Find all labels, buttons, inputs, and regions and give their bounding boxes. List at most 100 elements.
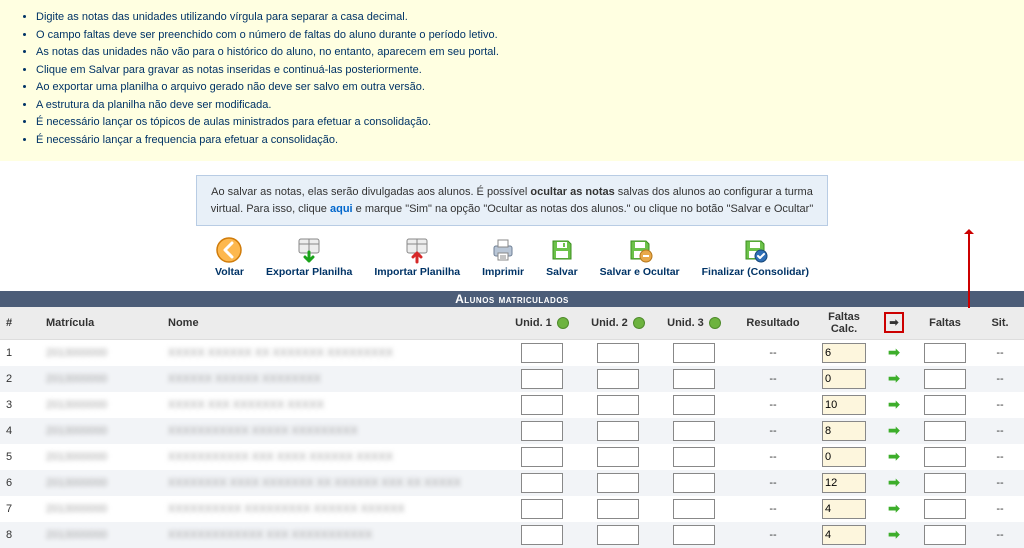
input-faltas[interactable] xyxy=(924,447,966,467)
input-faltas[interactable] xyxy=(924,421,966,441)
cell-un1 xyxy=(504,366,580,392)
input-un2[interactable] xyxy=(597,421,639,441)
cell-un1 xyxy=(504,418,580,444)
input-un3[interactable] xyxy=(673,473,715,493)
cell-sit: -- xyxy=(976,392,1024,418)
input-un1[interactable] xyxy=(521,369,563,389)
cell-num: 8 xyxy=(0,522,40,548)
instruction-item: Ao exportar uma planilha o arquivo gerad… xyxy=(36,79,1004,96)
input-un2[interactable] xyxy=(597,473,639,493)
cell-matricula: 2013000000 xyxy=(40,496,162,522)
transfer-row-icon[interactable]: ➡ xyxy=(888,371,900,385)
export-spreadsheet-icon xyxy=(295,236,323,264)
transfer-row-icon[interactable]: ➡ xyxy=(888,501,900,515)
cell-num: 5 xyxy=(0,444,40,470)
th-un3: Unid. 3 xyxy=(656,307,732,340)
transfer-row-icon[interactable]: ➡ xyxy=(888,423,900,437)
input-faltas[interactable] xyxy=(924,473,966,493)
importar-label: Importar Planilha xyxy=(374,266,460,279)
input-un3[interactable] xyxy=(673,395,715,415)
notice-link-aqui[interactable]: aqui xyxy=(330,203,353,215)
red-callout-arrow xyxy=(968,230,970,308)
unit-add-icon[interactable] xyxy=(709,317,721,329)
input-un2[interactable] xyxy=(597,343,639,363)
table-row: 32013000000XXXXX XXX XXXXXXX XXXXX--➡-- xyxy=(0,392,1024,418)
cell-faltas xyxy=(914,496,976,522)
instruction-item: As notas das unidades não vão para o his… xyxy=(36,44,1004,61)
input-un2[interactable] xyxy=(597,395,639,415)
cell-faltas xyxy=(914,470,976,496)
input-un1[interactable] xyxy=(521,395,563,415)
cell-num: 6 xyxy=(0,470,40,496)
finalizar-button[interactable]: Finalizar (Consolidar) xyxy=(702,236,809,279)
input-un2[interactable] xyxy=(597,499,639,519)
cell-un2 xyxy=(580,470,656,496)
cell-nome: XXXXX XXXXXX XX XXXXXXX XXXXXXXXX xyxy=(162,339,504,366)
voltar-button[interactable]: Voltar xyxy=(215,236,244,279)
salvar-ocultar-button[interactable]: Salvar e Ocultar xyxy=(600,236,680,279)
input-un1[interactable] xyxy=(521,447,563,467)
cell-un3 xyxy=(656,470,732,496)
transfer-row-icon[interactable]: ➡ xyxy=(888,475,900,489)
input-un3[interactable] xyxy=(673,421,715,441)
finalizar-label: Finalizar (Consolidar) xyxy=(702,266,809,279)
input-un3[interactable] xyxy=(673,447,715,467)
cell-resultado: -- xyxy=(732,522,814,548)
th-resultado: Resultado xyxy=(732,307,814,340)
input-faltas[interactable] xyxy=(924,369,966,389)
th-nome: Nome xyxy=(162,307,504,340)
exportar-planilha-button[interactable]: Exportar Planilha xyxy=(266,236,352,279)
cell-matricula: 2013000000 xyxy=(40,366,162,392)
cell-faltas-calc xyxy=(814,470,874,496)
cell-transfer: ➡ xyxy=(874,522,914,548)
cell-resultado: -- xyxy=(732,470,814,496)
cell-sit: -- xyxy=(976,418,1024,444)
table-row: 82013000000XXXXXXXXXXXXX XXX XXXXXXXXXXX… xyxy=(0,522,1024,548)
cell-num: 1 xyxy=(0,339,40,366)
transfer-row-icon[interactable]: ➡ xyxy=(888,449,900,463)
input-faltas-calc xyxy=(822,421,866,441)
unit-add-icon[interactable] xyxy=(557,317,569,329)
input-un2[interactable] xyxy=(597,447,639,467)
cell-num: 4 xyxy=(0,418,40,444)
instruction-item: A estrutura da planilha não deve ser mod… xyxy=(36,97,1004,114)
input-un1[interactable] xyxy=(521,421,563,441)
transfer-row-icon[interactable]: ➡ xyxy=(888,397,900,411)
input-un1[interactable] xyxy=(521,473,563,493)
th-matricula: Matrícula xyxy=(40,307,162,340)
cell-faltas-calc xyxy=(814,392,874,418)
cell-transfer: ➡ xyxy=(874,470,914,496)
importar-planilha-button[interactable]: Importar Planilha xyxy=(374,236,460,279)
transfer-all-icon[interactable]: ➡ xyxy=(884,312,903,333)
input-un1[interactable] xyxy=(521,499,563,519)
cell-un3 xyxy=(656,444,732,470)
transfer-row-icon[interactable]: ➡ xyxy=(888,527,900,541)
input-un3[interactable] xyxy=(673,369,715,389)
exportar-label: Exportar Planilha xyxy=(266,266,352,279)
input-faltas[interactable] xyxy=(924,395,966,415)
unit-add-icon[interactable] xyxy=(633,317,645,329)
imprimir-button[interactable]: Imprimir xyxy=(482,236,524,279)
instruction-item: Digite as notas das unidades utilizando … xyxy=(36,9,1004,26)
cell-transfer: ➡ xyxy=(874,339,914,366)
transfer-row-icon[interactable]: ➡ xyxy=(888,345,900,359)
th-un1: Unid. 1 xyxy=(504,307,580,340)
input-faltas[interactable] xyxy=(924,343,966,363)
input-faltas-calc xyxy=(822,343,866,363)
input-un2[interactable] xyxy=(597,369,639,389)
input-un1[interactable] xyxy=(521,343,563,363)
cell-sit: -- xyxy=(976,339,1024,366)
cell-resultado: -- xyxy=(732,444,814,470)
input-un3[interactable] xyxy=(673,499,715,519)
table-row: 62013000000XXXXXXXX XXXX XXXXXXX XX XXXX… xyxy=(0,470,1024,496)
notice-panel: Ao salvar as notas, elas serão divulgada… xyxy=(196,175,828,226)
cell-un1 xyxy=(504,470,580,496)
cell-un2 xyxy=(580,522,656,548)
input-faltas[interactable] xyxy=(924,499,966,519)
salvar-button[interactable]: Salvar xyxy=(546,236,578,279)
th-transfer-all[interactable]: ➡ xyxy=(874,307,914,340)
input-un3[interactable] xyxy=(673,343,715,363)
cell-matricula: 2013000000 xyxy=(40,339,162,366)
cell-faltas xyxy=(914,444,976,470)
printer-icon xyxy=(489,236,517,264)
